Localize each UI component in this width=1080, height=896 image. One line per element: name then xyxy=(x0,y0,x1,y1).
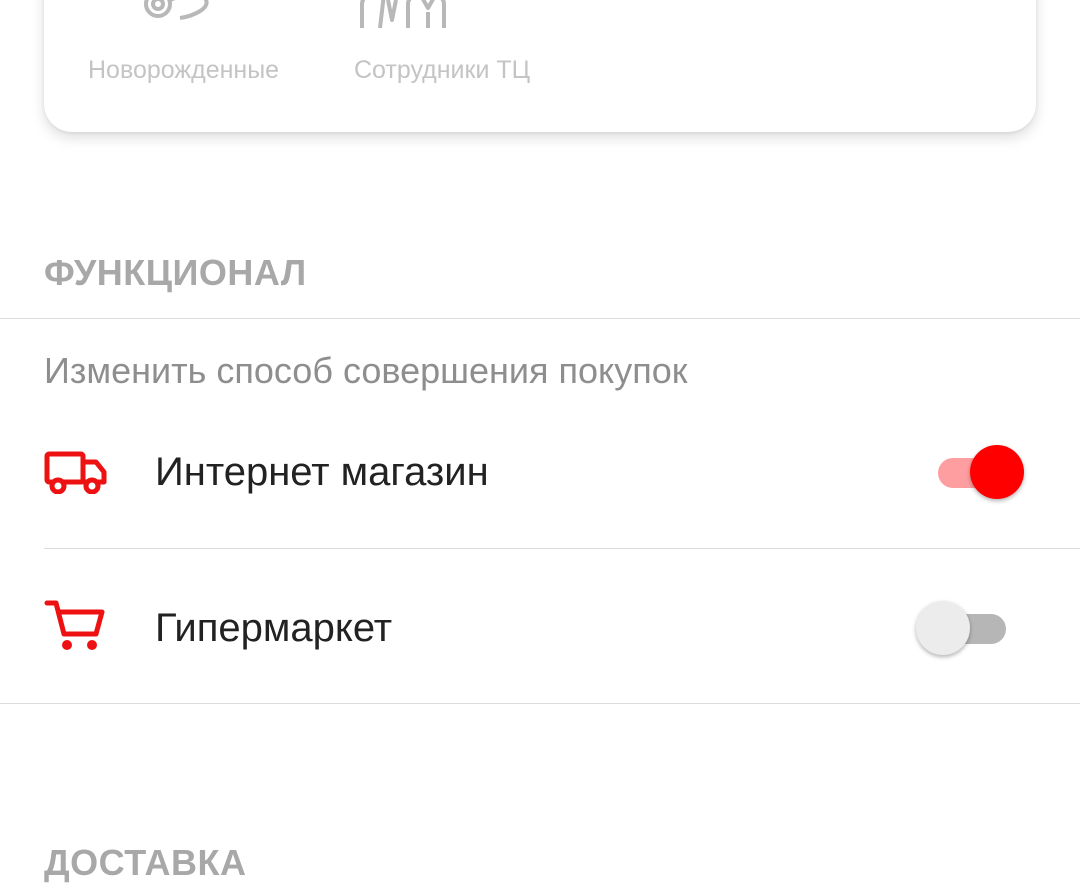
settings-screen: Новорожденные Сотрудники ТЦ ФУНКЦИОНАЛ И… xyxy=(0,0,1080,896)
hypermarket-toggle[interactable] xyxy=(916,598,1006,658)
section-subtitle: Изменить способ совершения покупок xyxy=(44,350,688,391)
category-label: Сотрудники ТЦ xyxy=(354,56,531,84)
delivery-truck-icon xyxy=(44,450,108,499)
row-divider xyxy=(44,548,1080,549)
shopping-cart-icon xyxy=(44,598,106,659)
setting-row-label: Гипермаркет xyxy=(155,606,393,650)
pacifier-icon xyxy=(140,0,212,37)
section-title-functional: ФУНКЦИОНАЛ xyxy=(44,252,307,293)
online-store-toggle[interactable] xyxy=(938,442,1028,502)
staff-uniform-icon xyxy=(358,0,448,37)
toggle-thumb xyxy=(970,445,1024,499)
section-divider xyxy=(0,318,1080,319)
category-label: Новорожденные xyxy=(88,56,280,84)
section-divider xyxy=(0,703,1080,704)
setting-row-hypermarket[interactable]: Гипермаркет xyxy=(0,578,1080,678)
categories-card: Новорожденные Сотрудники ТЦ xyxy=(44,0,1036,132)
section-title-delivery: ДОСТАВКА xyxy=(44,842,247,883)
toggle-thumb xyxy=(916,601,970,655)
setting-row-online-store[interactable]: Интернет магазин xyxy=(0,422,1080,522)
setting-row-label: Интернет магазин xyxy=(155,450,489,494)
